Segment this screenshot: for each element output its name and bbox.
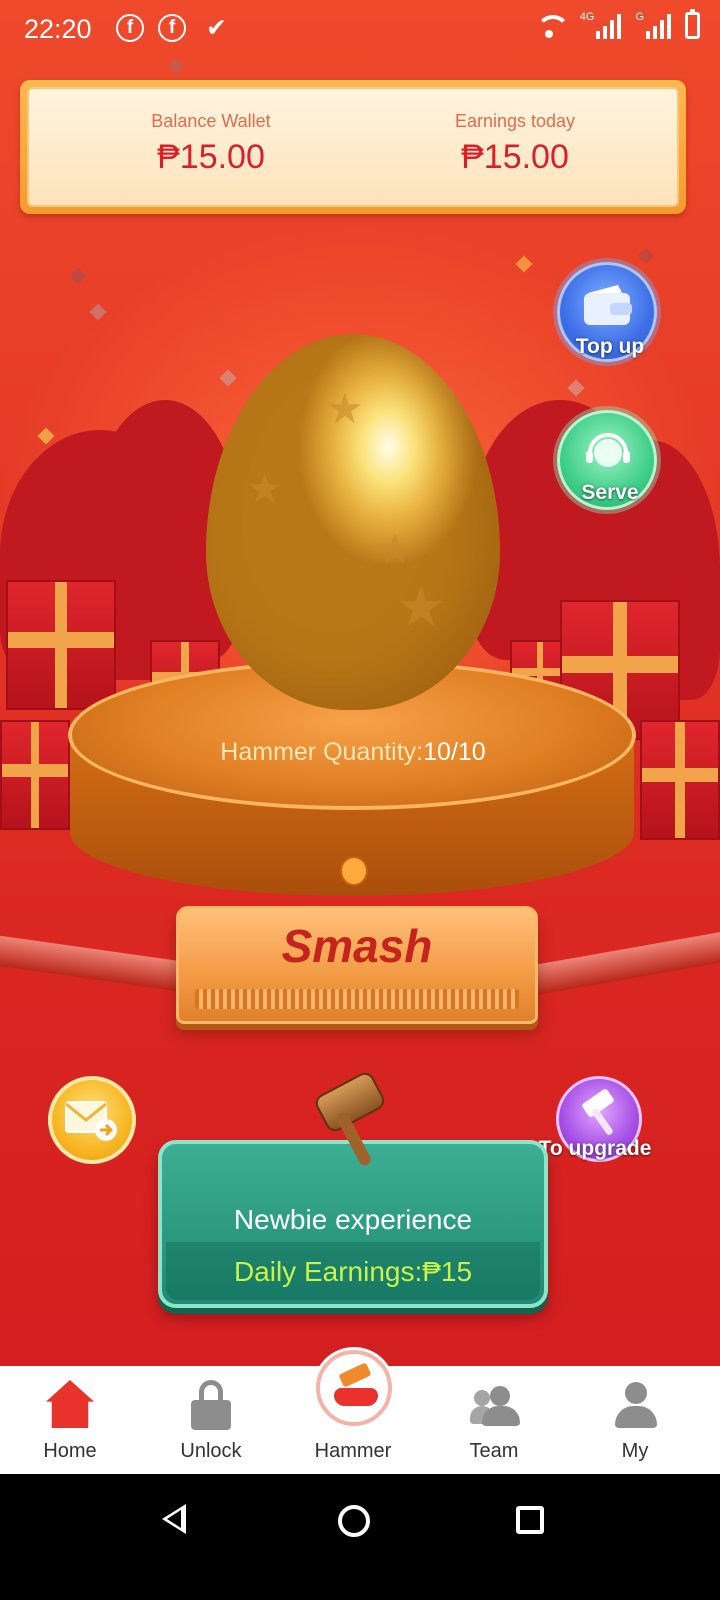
facebook-icon: f [158,14,186,42]
top-up-button[interactable]: Top up [557,262,657,362]
status-bar: 22:20 f f ✔ 4G G [0,0,720,62]
home-icon [46,1380,94,1428]
team-icon [470,1380,520,1428]
confetti [219,369,237,387]
star-icon: ★ [376,525,414,572]
serve-button[interactable]: Serve [557,410,657,510]
serve-label: Serve [581,481,639,504]
battery-icon [685,9,700,39]
system-navigation-bar [0,1474,720,1600]
tab-unlock-label: Unlock [180,1440,242,1462]
wallet-card: Balance Wallet ₱15.00 Earnings today ₱15… [20,80,686,214]
mail-button[interactable] [48,1076,136,1164]
confetti [637,247,655,265]
status-right-icons: 4G G [535,9,700,39]
tab-my-label: My [621,1440,649,1462]
tab-team[interactable]: Team [434,1366,554,1474]
gift-box [0,720,70,830]
mail-forward-icon [65,1101,117,1141]
customer-service-icon [586,433,630,467]
hammer-quantity-label: Hammer Quantity: [220,738,424,766]
tab-unlock[interactable]: Unlock [151,1366,271,1474]
pedestal-light [340,856,368,886]
tab-my[interactable]: My [575,1366,695,1474]
download-done-icon: ✔ [206,14,227,42]
smash-grill [195,989,519,1009]
star-icon: ★ [396,575,447,638]
app-screen: 22:20 f f ✔ 4G G Balance Wallet ₱15.00 E… [0,0,720,1393]
daily-earnings: Daily Earnings:₱15 [233,1256,473,1287]
confetti [37,427,55,445]
wifi-icon [535,13,570,39]
confetti [89,303,107,321]
balance-wallet: Balance Wallet ₱15.00 [81,111,341,177]
to-upgrade-button[interactable]: To upgrade [539,1076,651,1162]
lock-icon [187,1380,235,1430]
tab-team-label: Team [469,1440,519,1462]
recent-apps-icon[interactable] [516,1506,544,1534]
hammer-icon[interactable] [316,1350,392,1426]
balance-label: Balance Wallet [151,111,271,131]
plan-title: Newbie experience [233,1204,473,1235]
tab-hammer-label: Hammer [314,1440,392,1462]
signal-icon [646,13,671,39]
earnings-label: Earnings today [454,111,576,131]
hammer-icon [582,1089,614,1135]
smash-label: Smash [281,920,433,972]
facebook-icon: f [116,14,144,42]
star-icon: ★ [246,465,284,512]
back-icon-inner [167,1510,181,1528]
home-circle-icon[interactable] [338,1505,370,1537]
gift-box [6,580,116,710]
earnings-today: Earnings today ₱15.00 [385,111,645,177]
tab-home-label: Home [43,1440,97,1462]
signal-icon [596,13,622,39]
smash-button[interactable]: Smash [176,906,538,1024]
balance-value: ₱15.00 [157,138,265,176]
hammer-quantity-value: 10/10 [423,738,486,766]
status-time: 22:20 [24,14,92,44]
confetti [515,255,533,273]
hammer-quantity: Hammer Quantity:10/10 [0,738,706,767]
confetti [69,267,87,285]
earnings-value: ₱15.00 [461,138,569,176]
gavel-icon [310,1069,394,1170]
confetti [567,379,585,397]
network-type-label: 4G [579,11,595,23]
golden-egg[interactable]: ★ ★ ★ ★ [206,334,500,710]
network-type-label: G [635,11,644,23]
top-up-label: Top up [575,335,645,358]
user-icon [611,1380,659,1428]
tab-home[interactable]: Home [10,1366,130,1474]
wallet-icon [584,285,632,325]
wallet-card-inner: Balance Wallet ₱15.00 Earnings today ₱15… [27,87,679,207]
star-icon: ★ [326,385,364,432]
